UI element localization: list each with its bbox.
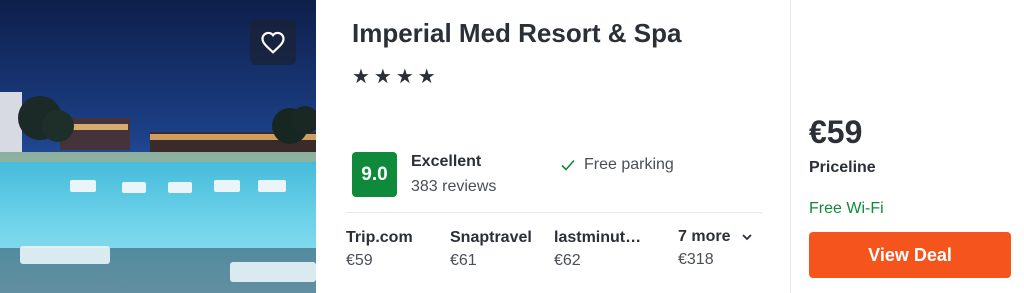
chevron-down-icon [742,234,752,241]
review-score-badge: 9.0 [352,152,397,197]
provider-option[interactable]: lastminut… €62 [554,229,641,270]
favorite-button[interactable] [250,19,296,65]
deal-perk: Free Wi-Fi [809,200,884,217]
more-providers-label: 7 more [678,228,731,245]
provider-price: €61 [450,252,477,269]
amenity-label: Free parking [584,156,674,173]
more-providers-price: €318 [678,251,714,268]
rating-word: Excellent [411,153,482,170]
provider-price: €59 [346,252,373,269]
provider-option[interactable]: Snaptravel €61 [450,229,532,270]
divider [346,212,762,213]
review-count[interactable]: 383 reviews [411,178,496,196]
check-icon [561,159,575,171]
divider [790,0,791,293]
deal-provider: Priceline [809,159,876,176]
hotel-photo[interactable] [0,0,316,293]
provider-name: Trip.com [346,229,413,246]
more-providers-button[interactable]: 7 more €318 [678,228,753,269]
provider-name: lastminut… [554,229,642,246]
amenity-free-parking: Free parking [560,156,674,174]
hotel-result-card[interactable]: Imperial Med Resort & Spa ★★★★ 9.0 Excel… [0,0,1024,293]
hotel-name[interactable]: Imperial Med Resort & Spa [352,18,681,49]
hotel-star-rating: ★★★★ [352,66,440,88]
provider-name: Snaptravel [450,229,532,246]
heart-icon [261,31,285,54]
provider-price: €62 [554,252,581,269]
provider-option[interactable]: Trip.com €59 [346,229,413,270]
view-deal-button[interactable]: View Deal [809,232,1011,278]
deal-price: €59 [809,114,863,150]
